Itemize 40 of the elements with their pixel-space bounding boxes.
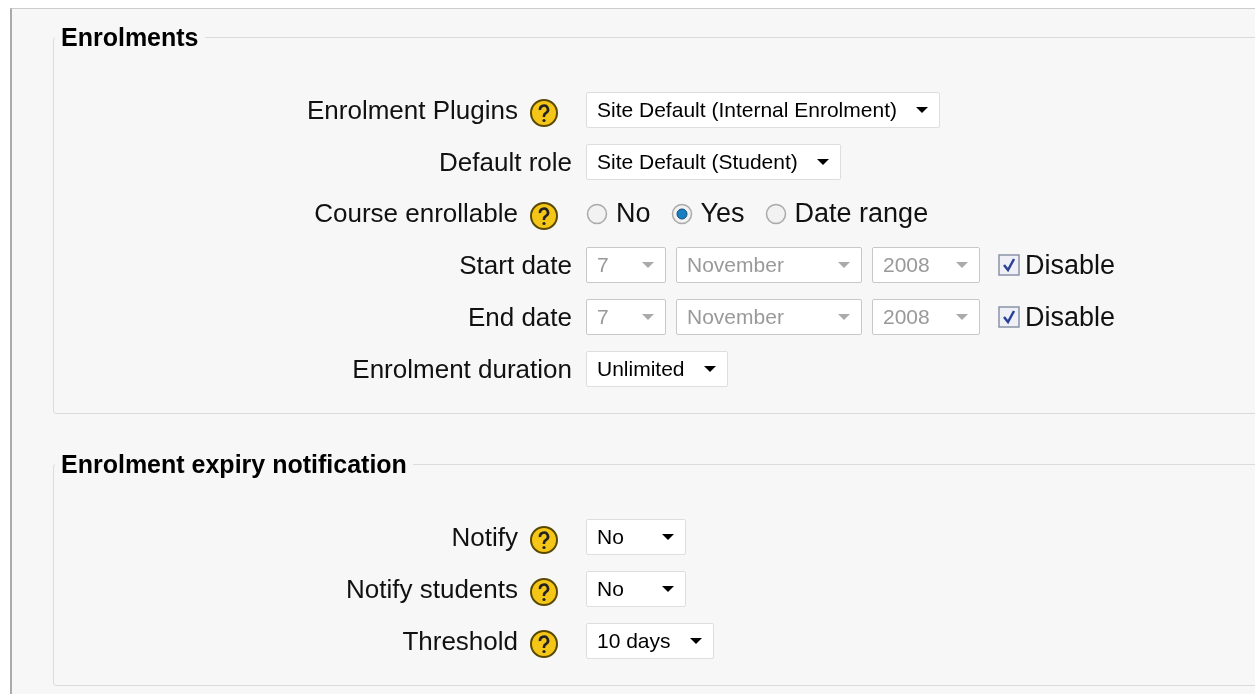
section-title: Enrolment expiry notification: [60, 450, 408, 479]
caret-icon: [815, 158, 830, 166]
caret-icon: [641, 261, 655, 269]
field-label: Notify students: [346, 573, 518, 605]
dropdown[interactable]: 10 days: [586, 623, 714, 659]
radio-button[interactable]: [764, 202, 787, 225]
dropdown[interactable]: No: [586, 571, 686, 607]
radio-label[interactable]: Date range: [794, 198, 929, 229]
caret-icon: [955, 261, 969, 269]
radio-button[interactable]: [586, 202, 608, 225]
field-label: Enrolment duration: [352, 353, 572, 385]
dropdown[interactable]: No: [586, 519, 686, 555]
help-icon[interactable]: [529, 97, 559, 128]
section-title: Enrolments: [60, 23, 200, 52]
field-label: Enrolment Plugins: [307, 94, 518, 126]
caret-icon: [661, 585, 675, 593]
radio-label[interactable]: No: [616, 198, 651, 229]
caret-icon: [702, 365, 717, 373]
field-label: Start date: [459, 249, 572, 281]
help-icon[interactable]: [529, 524, 559, 555]
caret-icon: [955, 313, 969, 321]
dropdown[interactable]: Site Default (Student): [586, 144, 841, 180]
field-label: Threshold: [402, 625, 518, 657]
help-icon[interactable]: [529, 576, 559, 607]
radio-label[interactable]: Yes: [700, 198, 745, 229]
caret-icon: [688, 637, 703, 645]
field-label: Course enrollable: [314, 198, 518, 229]
field-label: Notify: [451, 521, 518, 553]
field-label: Default role: [439, 146, 572, 178]
help-icon[interactable]: [529, 628, 559, 659]
dropdown[interactable]: Site Default (Internal Enrolment): [586, 92, 940, 128]
caret-icon: [661, 533, 675, 541]
help-icon[interactable]: [529, 201, 559, 231]
field-label: End date: [467, 301, 572, 333]
dropdown[interactable]: Unlimited: [586, 351, 728, 387]
caret-icon: [837, 313, 851, 321]
caret-icon: [837, 261, 851, 269]
radio-button[interactable]: [670, 202, 693, 225]
caret-icon: [914, 106, 929, 114]
caret-icon: [641, 313, 655, 321]
